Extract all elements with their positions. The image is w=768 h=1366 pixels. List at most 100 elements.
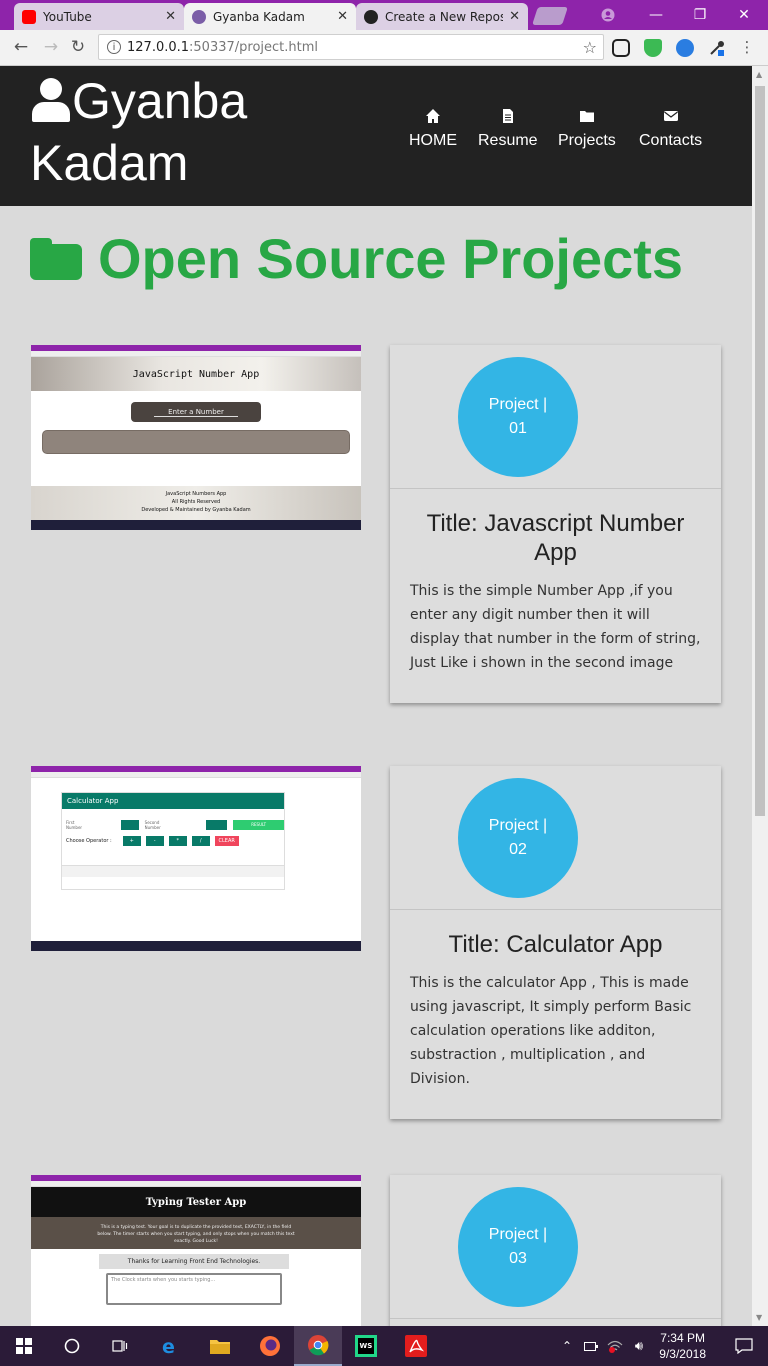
nav-label: HOME: [409, 132, 457, 149]
user-icon: [30, 78, 70, 122]
shot-header: Calculator App: [62, 793, 284, 809]
webstorm-icon[interactable]: WS: [342, 1326, 390, 1366]
close-icon[interactable]: ✕: [165, 9, 176, 24]
tab-title: Gyanba Kadam: [213, 9, 305, 24]
nav-projects[interactable]: Projects: [558, 108, 616, 150]
scrollbar-thumb[interactable]: [755, 86, 765, 816]
youtube-icon: [22, 9, 36, 24]
project-screenshot-typing-tester-app[interactable]: Typing Tester App This is a typing test.…: [31, 1175, 361, 1326]
page-title: Open Source Projects: [30, 226, 683, 291]
shot-op: -: [145, 836, 164, 846]
chrome-taskbar-icon[interactable]: [294, 1326, 342, 1366]
folder-icon: [30, 237, 82, 280]
close-icon[interactable]: ✕: [509, 9, 520, 24]
project-card-01: Project | 01 Title: Javascript Number Ap…: [390, 345, 721, 703]
bookmark-star-icon[interactable]: ☆: [583, 38, 597, 57]
project-card-02: Project | 02 Title: Calculator App This …: [390, 766, 721, 1119]
nav-label: Projects: [558, 132, 616, 149]
globe-extension-icon[interactable]: [676, 39, 694, 57]
url-path: :50337/project.html: [189, 39, 319, 55]
shot-op: *: [168, 836, 187, 846]
shot-footer-dev: Developed & Maintained by Gyanba Kadam: [141, 507, 251, 513]
network-icon[interactable]: [604, 1326, 626, 1366]
shot-header: JavaScript Number App: [132, 368, 260, 380]
shield-extension-icon[interactable]: [644, 39, 662, 57]
svg-text:WS: WS: [360, 1342, 373, 1350]
nav-contacts[interactable]: Contacts: [639, 108, 702, 150]
cortana-search-icon[interactable]: [48, 1326, 96, 1366]
shot-choose-operator: Choose Operator :: [66, 838, 112, 844]
tab-title: YouTube: [43, 9, 92, 24]
clock-time: 7:34 PM: [660, 1331, 705, 1345]
notifications-icon[interactable]: [720, 1326, 768, 1366]
edge-browser-icon[interactable]: e: [146, 1326, 194, 1366]
project-badge: Project | 02: [458, 778, 578, 898]
project-description: This is the calculator App , This is mad…: [410, 975, 692, 1087]
file-explorer-icon[interactable]: [196, 1326, 244, 1366]
nav-label: Contacts: [639, 132, 703, 149]
scroll-up-arrow[interactable]: ▲: [756, 70, 762, 79]
tab-gyanba-kadam[interactable]: Gyanba Kadam ✕: [184, 3, 356, 30]
project-badge: Project | 01: [458, 357, 578, 477]
browser-toolbar: ← → ↻ i 127.0.0.1:50337/project.html ☆ ⋮: [0, 30, 768, 66]
project-screenshot-calculator-app[interactable]: Calculator App First Number Second Numbe…: [31, 766, 361, 951]
address-bar[interactable]: i 127.0.0.1:50337/project.html ☆: [98, 34, 604, 60]
project-description: This is the simple Number App ,if you en…: [410, 583, 701, 671]
clock-date: 9/3/2018: [659, 1347, 706, 1361]
new-tab-button[interactable]: [532, 7, 568, 25]
shot-op: +: [122, 836, 141, 846]
shot-result: RESULT: [233, 820, 285, 830]
extension-icon[interactable]: [612, 39, 630, 57]
home-icon: [425, 108, 441, 124]
page-scrollbar[interactable]: ▲ ▼: [752, 66, 768, 1326]
svg-text:e: e: [162, 1336, 175, 1356]
task-view-icon[interactable]: [96, 1326, 144, 1366]
maximize-button[interactable]: ❐: [680, 0, 720, 30]
eyedropper-extension-icon[interactable]: [708, 39, 726, 57]
tab-github[interactable]: Create a New Reposit ✕: [356, 3, 528, 30]
scroll-down-arrow[interactable]: ▼: [756, 1313, 762, 1322]
shot-sample: Thanks for Learning Front End Technologi…: [99, 1254, 289, 1269]
shot-op: /: [191, 836, 210, 846]
close-icon[interactable]: ✕: [337, 9, 348, 24]
site-brand[interactable]: Gyanba Kadam: [30, 70, 330, 194]
envelope-icon: [663, 108, 679, 124]
github-icon: [364, 9, 378, 24]
windows-taskbar: e WS ⌃ 🔊︎ 7:34 PM 9/3/2018: [0, 1326, 768, 1366]
shot-clear: CLEAR: [214, 836, 239, 846]
shot-textarea: The Clock starts when you starts typing.…: [106, 1273, 282, 1305]
forward-button[interactable]: →: [40, 36, 62, 58]
nav-label: Resume: [478, 132, 538, 149]
tray-chevron-icon[interactable]: ⌃: [556, 1326, 578, 1366]
minimize-button[interactable]: —: [636, 0, 676, 30]
page-viewport: Gyanba Kadam HOME Resume Projects Contac…: [0, 66, 752, 1326]
project-card-03: Project | 03: [390, 1175, 721, 1326]
shot-footer-title: JavaScript Numbers App: [165, 491, 227, 497]
back-button[interactable]: ←: [10, 36, 32, 58]
volume-icon[interactable]: 🔊︎: [628, 1326, 650, 1366]
profile-icon[interactable]: [588, 0, 628, 30]
project-title: Title: Calculator App: [448, 931, 663, 958]
firefox-icon[interactable]: [246, 1326, 294, 1366]
nav-home[interactable]: HOME: [409, 108, 457, 150]
browser-tab-strip: YouTube ✕ Gyanba Kadam ✕ Create a New Re…: [0, 0, 768, 30]
menu-kebab-icon[interactable]: ⋮: [736, 36, 758, 58]
info-icon[interactable]: i: [107, 40, 121, 54]
close-window-button[interactable]: ✕: [724, 0, 764, 30]
shot-intro: This is a typing test. Your goal is to d…: [31, 1217, 361, 1249]
nav-resume[interactable]: Resume: [478, 108, 538, 150]
project-badge: Project | 03: [458, 1187, 578, 1307]
tab-youtube[interactable]: YouTube ✕: [14, 3, 184, 30]
windows-start-icon[interactable]: [0, 1326, 48, 1366]
shot-second-number: Second Number: [144, 820, 161, 830]
chrome-page-icon: [192, 9, 206, 24]
url-host: 127.0.0.1: [127, 39, 190, 55]
site-header: Gyanba Kadam HOME Resume Projects Contac…: [0, 66, 752, 206]
project-screenshot-number-app[interactable]: JavaScript Number App Enter a Number Jav…: [31, 345, 361, 530]
battery-icon[interactable]: [580, 1326, 602, 1366]
acrobat-icon[interactable]: [392, 1326, 440, 1366]
tab-title: Create a New Reposit: [385, 9, 504, 24]
project-title: Title: Javascript Number App: [426, 510, 685, 566]
reload-button[interactable]: ↻: [67, 36, 89, 58]
taskbar-clock[interactable]: 7:34 PM 9/3/2018: [659, 1330, 706, 1362]
